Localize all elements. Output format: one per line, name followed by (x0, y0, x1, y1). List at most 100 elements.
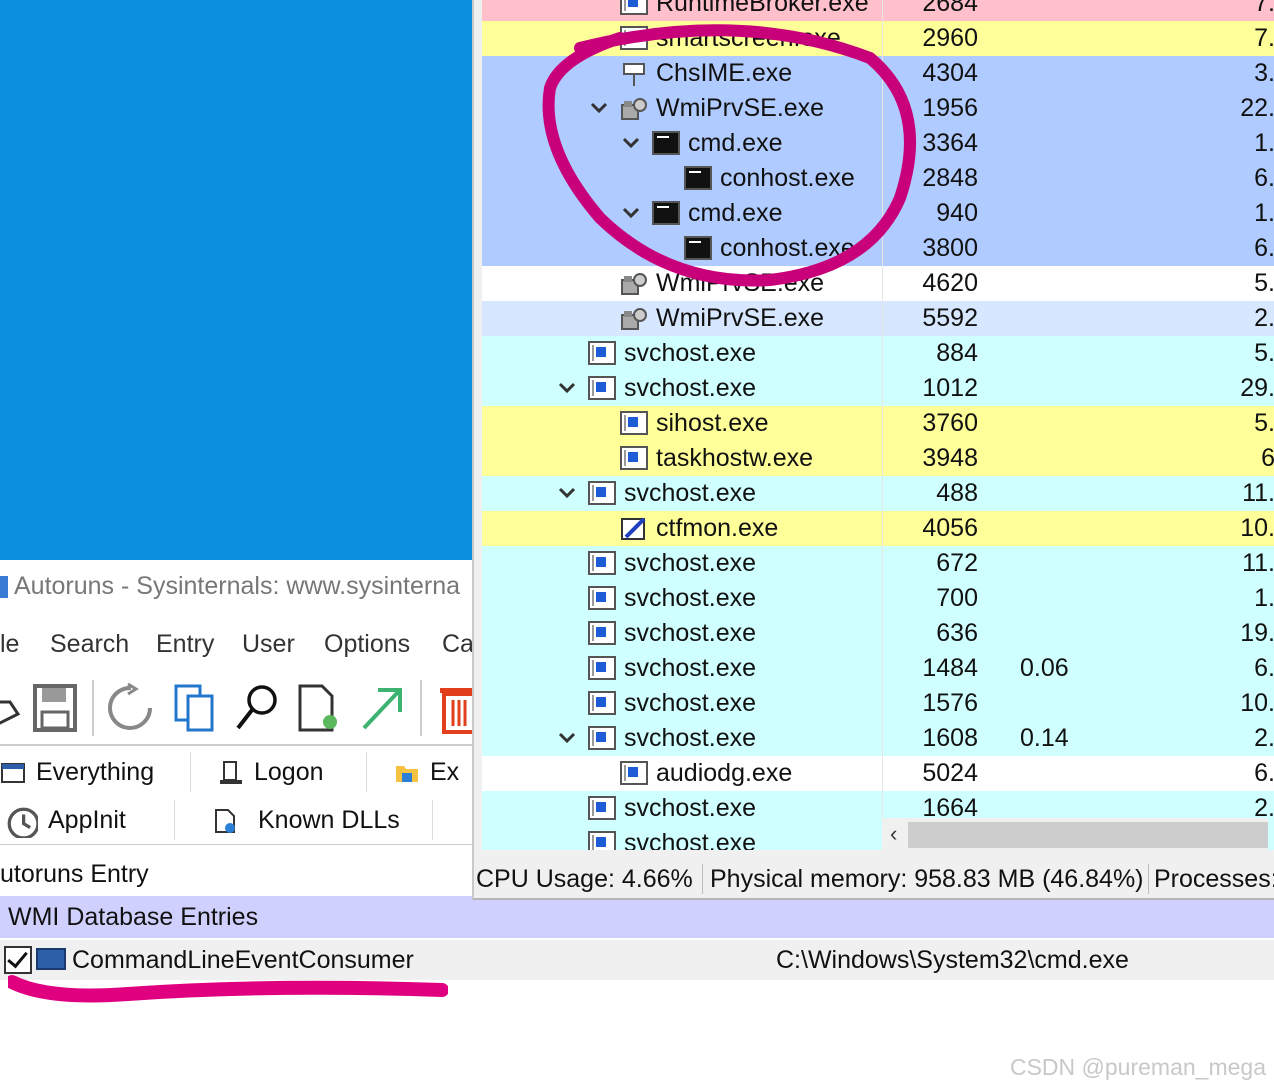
process-private-bytes: 1. (1254, 584, 1274, 612)
process-private-bytes: 5. (1254, 409, 1274, 437)
process-pid: 1576 (922, 689, 978, 717)
process-name: svchost.exe (624, 479, 757, 507)
menu-user[interactable]: User (242, 618, 295, 670)
open-icon[interactable] (0, 682, 26, 734)
annotation-underline (8, 975, 448, 1003)
tab-appinit[interactable]: AppInit (4, 796, 126, 844)
process-pid: 1608 (922, 724, 978, 752)
process-name: svchost.exe (624, 724, 757, 752)
process-row[interactable]: svchost.exe 636 19. (482, 616, 1274, 651)
process-row[interactable]: svchost.exe 884 5. (482, 336, 1274, 371)
service-icon (620, 761, 648, 785)
tab-everything[interactable]: Everything (0, 748, 154, 796)
tab-appinit-label: AppInit (48, 806, 126, 834)
tab-explorer[interactable]: Ex (394, 748, 459, 796)
process-row[interactable]: WmiPrvSE.exe 5592 2. (482, 301, 1274, 336)
process-private-bytes: 7. (1254, 0, 1274, 17)
process-private-bytes: 5. (1254, 339, 1274, 367)
process-private-bytes: 22. (1240, 94, 1274, 122)
column-header-autoruns-entry[interactable]: utoruns Entry (0, 852, 480, 896)
knowndlls-icon (215, 809, 235, 834)
status-processes: Processes: (1154, 865, 1274, 893)
menu-options[interactable]: Options (324, 618, 410, 670)
scroll-left-arrow[interactable]: ‹ (890, 818, 897, 850)
tab-logon-label: Logon (254, 758, 324, 786)
service-icon (588, 341, 616, 365)
watermark: CSDN @pureman_mega (1009, 1054, 1266, 1080)
status-bar: CPU Usage: 4.66% Physical memory: 958.83… (474, 858, 1274, 900)
wmi-consumer-icon (36, 948, 66, 970)
refresh-icon[interactable] (108, 682, 154, 734)
process-row[interactable]: sihost.exe 3760 5. (482, 406, 1274, 441)
process-name: ctfmon.exe (656, 514, 779, 542)
toolbar-divider (420, 680, 422, 736)
entry-enabled-checkbox[interactable] (4, 946, 32, 974)
process-row[interactable]: ctfmon.exe 4056 10. (482, 511, 1274, 546)
process-private-bytes: 11. (1242, 479, 1274, 507)
find-icon[interactable] (234, 682, 280, 734)
jump-icon[interactable] (358, 682, 404, 734)
process-row[interactable]: svchost.exe 1012 29. (482, 371, 1274, 406)
tab-everything-label: Everything (36, 758, 155, 786)
everything-icon (1, 763, 25, 784)
process-pid: 488 (936, 479, 978, 507)
tab-divider (366, 752, 367, 792)
process-pid: 1012 (922, 374, 978, 402)
menu-file[interactable]: le (0, 618, 19, 670)
tab-known-dlls[interactable]: Known DLLs (212, 796, 400, 844)
ctfmon-icon (620, 516, 648, 540)
process-private-bytes: 5. (1254, 269, 1274, 297)
service-icon (588, 586, 616, 610)
process-name: audiodg.exe (656, 759, 793, 787)
service-icon (588, 551, 616, 575)
process-row[interactable]: svchost.exe 1608 0.14 2. (482, 721, 1274, 756)
properties-icon[interactable] (296, 682, 342, 734)
process-name: svchost.exe (624, 794, 757, 822)
process-pid: 636 (936, 619, 978, 647)
status-divider (1148, 864, 1149, 894)
process-private-bytes: 6 (1261, 444, 1274, 472)
process-row[interactable]: svchost.exe 1484 0.06 6. (482, 651, 1274, 686)
process-pid: 5024 (922, 759, 978, 787)
chevron-down-icon[interactable] (556, 377, 578, 399)
autoruns-menu-bar: le Search Entry User Options Ca (0, 618, 480, 670)
menu-search[interactable]: Search (50, 618, 129, 670)
tab-divider (190, 752, 191, 792)
process-row[interactable]: svchost.exe 488 11. (482, 476, 1274, 511)
menu-category[interactable]: Ca (442, 618, 474, 670)
process-name: svchost.exe (624, 619, 757, 647)
process-private-bytes: 2. (1254, 724, 1274, 752)
save-icon[interactable] (32, 682, 78, 734)
process-row[interactable]: svchost.exe 700 1. (482, 581, 1274, 616)
status-cpu-usage: CPU Usage: 4.66% (476, 865, 693, 893)
copy-icon[interactable] (172, 682, 218, 734)
autoruns-title: Autoruns - Sysinternals: www.sysinterna (14, 572, 461, 600)
chevron-down-icon[interactable] (556, 482, 578, 504)
status-divider (702, 864, 703, 894)
process-cpu: 0.14 (1020, 724, 1069, 752)
service-icon (588, 796, 616, 820)
autoruns-tabs-row2: AppInit Known DLLs (0, 796, 480, 845)
tab-logon[interactable]: Logon (218, 748, 324, 796)
group-label: WMI Database Entries (8, 903, 259, 931)
process-row[interactable]: svchost.exe 1576 10. (482, 686, 1274, 721)
process-pid: 672 (936, 549, 978, 577)
menu-entry[interactable]: Entry (156, 618, 214, 670)
process-private-bytes: 1. (1254, 129, 1274, 157)
process-row[interactable]: audiodg.exe 5024 6. (482, 756, 1274, 791)
process-row[interactable]: taskhostw.exe 3948 6 (482, 441, 1274, 476)
autoruns-title-bar[interactable]: Autoruns - Sysinternals: www.sysinterna (0, 560, 480, 612)
process-pid: 4056 (922, 514, 978, 542)
process-pid: 1484 (922, 654, 978, 682)
tab-divider (432, 800, 433, 840)
process-row[interactable]: svchost.exe 672 11. (482, 546, 1274, 581)
tab-known-dlls-label: Known DLLs (258, 806, 400, 834)
process-private-bytes: 19. (1240, 619, 1274, 647)
process-name: sihost.exe (656, 409, 769, 437)
annotation-circle (542, 24, 916, 287)
horizontal-scrollbar[interactable]: ‹ (882, 818, 1268, 850)
status-physical-memory: Physical memory: 958.83 MB (46.84%) (710, 865, 1144, 893)
scrollbar-thumb[interactable] (908, 822, 1268, 848)
chevron-down-icon[interactable] (556, 727, 578, 749)
process-private-bytes: 29. (1240, 374, 1274, 402)
